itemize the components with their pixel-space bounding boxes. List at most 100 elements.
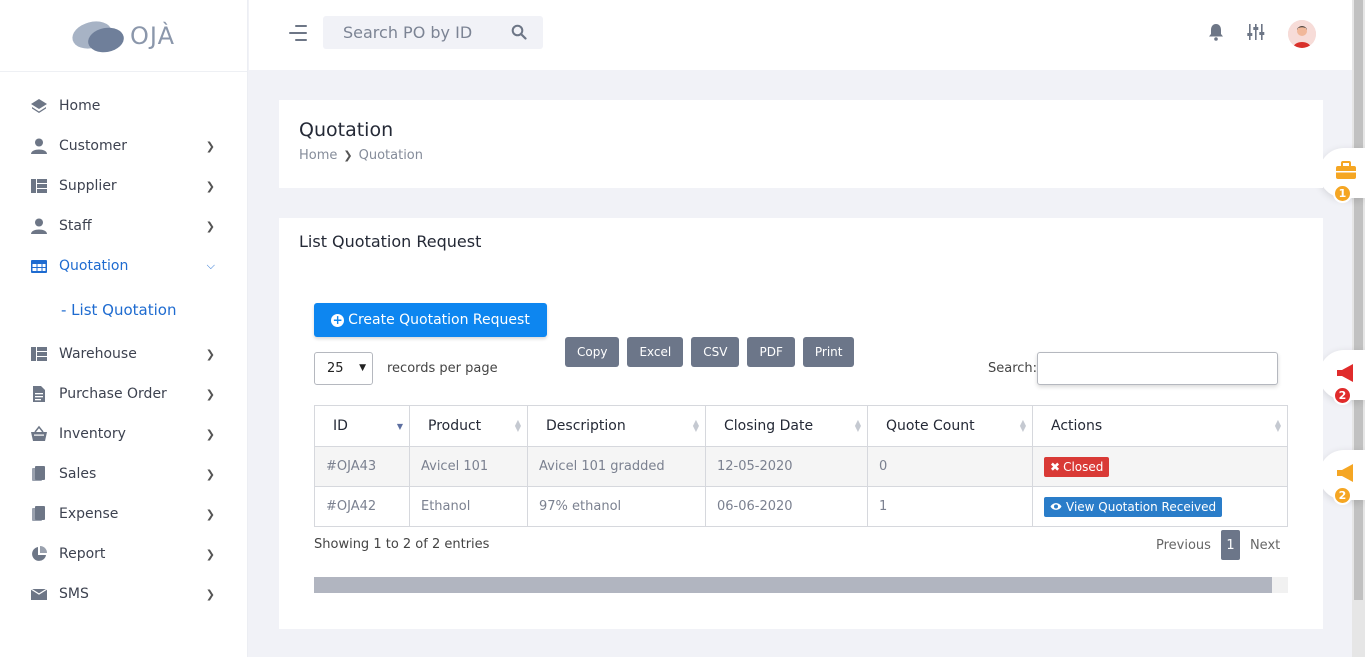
sidebar-item-warehouse[interactable]: Warehouse ❯ xyxy=(0,334,247,374)
table-horizontal-scrollbar[interactable] xyxy=(314,577,1288,593)
sidebar-item-sms[interactable]: SMS ❯ xyxy=(0,574,247,614)
sidebar-item-home[interactable]: Home xyxy=(0,86,247,126)
sidebar-item-purchase-order[interactable]: Purchase Order ❯ xyxy=(0,374,247,414)
copy-button[interactable]: Copy xyxy=(565,337,620,367)
grid-icon xyxy=(30,345,48,363)
floating-widget-briefcase[interactable]: 1 xyxy=(1319,148,1365,203)
table-row: #OJA42 Ethanol 97% ethanol 06-06-2020 1 … xyxy=(314,486,1288,527)
table-header-row: ID ▼ Product ▲ ▼ Description ▲ ▼ Closing Date… xyxy=(314,405,1288,447)
chevron-right-icon: ❯ xyxy=(205,219,215,233)
page-scrollbar[interactable] xyxy=(1352,0,1365,657)
chevron-right-icon: ❯ xyxy=(205,587,215,601)
page-scrollbar-thumb[interactable] xyxy=(1354,0,1363,600)
sort-icon: ▲ ▼ xyxy=(854,418,861,433)
sidebar-subitem-list-quotation[interactable]: - List Quotation xyxy=(0,286,247,334)
excel-button[interactable]: Excel xyxy=(627,337,684,367)
megaphone-icon xyxy=(1335,363,1357,387)
floating-widget-megaphone-orange[interactable]: 2 xyxy=(1319,450,1365,505)
view-quotation-received-button[interactable]: View Quotation Received xyxy=(1044,496,1223,517)
search-icon[interactable] xyxy=(511,24,527,44)
user-icon xyxy=(30,217,48,235)
sidebar-item-sales[interactable]: Sales ❯ xyxy=(0,454,247,494)
sidebar-item-label: SMS xyxy=(59,586,89,602)
grid-icon xyxy=(30,177,48,195)
chevron-right-icon: ❯ xyxy=(205,547,215,561)
create-quotation-button[interactable]: + Create Quotation Request xyxy=(314,303,547,337)
pagination: Previous 1 Next xyxy=(1156,530,1280,560)
table-scrollbar-thumb[interactable] xyxy=(314,577,1272,593)
menu-toggle-icon[interactable] xyxy=(289,25,307,43)
chevron-right-icon: ❯ xyxy=(205,467,215,481)
topbar xyxy=(249,0,1352,70)
print-button[interactable]: Print xyxy=(802,337,855,367)
pdf-button[interactable]: PDF xyxy=(747,337,795,367)
sidebar-item-label: Staff xyxy=(59,218,92,234)
sidebar-item-label: Expense xyxy=(59,506,119,522)
chevron-right-icon: ❯ xyxy=(205,347,215,361)
sidebar-item-supplier[interactable]: Supplier ❯ xyxy=(0,166,247,206)
sidebar-item-inventory[interactable]: Inventory ❯ xyxy=(0,414,247,454)
csv-button[interactable]: CSV xyxy=(691,337,740,367)
files-icon xyxy=(30,465,48,483)
inbox-icon xyxy=(30,585,48,603)
settings-sliders-icon[interactable] xyxy=(1246,23,1266,45)
closed-button[interactable]: ✖ Closed xyxy=(1044,456,1110,477)
sidebar-item-staff[interactable]: Staff ❯ xyxy=(0,206,247,246)
po-search-input[interactable] xyxy=(343,23,503,42)
quotation-table: ID ▼ Product ▲ ▼ Description ▲ ▼ Closing Date… xyxy=(314,405,1288,527)
cell-id: #OJA42 xyxy=(314,486,410,527)
view-quotation-label: View Quotation Received xyxy=(1066,499,1217,514)
logo[interactable]: OJÀ xyxy=(0,0,247,72)
breadcrumb-current: Quotation xyxy=(358,148,423,163)
create-quotation-label: Create Quotation Request xyxy=(348,312,530,328)
column-header-quote-count[interactable]: Quote Count ▲ ▼ xyxy=(867,405,1033,447)
plus-circle-icon: + xyxy=(331,313,345,327)
cell-description: 97% ethanol xyxy=(527,486,706,527)
bell-icon[interactable] xyxy=(1208,23,1224,45)
pagination-next[interactable]: Next xyxy=(1250,538,1280,553)
chevron-right-icon: ❯ xyxy=(205,139,215,153)
pagination-previous[interactable]: Previous xyxy=(1156,538,1211,553)
column-header-description[interactable]: Description ▲ ▼ xyxy=(527,405,706,447)
layers-icon xyxy=(30,97,48,115)
cell-description: Avicel 101 gradded xyxy=(527,446,706,487)
column-header-id[interactable]: ID ▼ xyxy=(314,405,410,447)
files-icon xyxy=(30,505,48,523)
sort-icon: ▲ ▼ xyxy=(514,418,521,433)
chevron-right-icon: ❯ xyxy=(205,427,215,441)
sidebar-item-label: Supplier xyxy=(59,178,117,194)
sort-icon: ▲ ▼ xyxy=(1274,418,1281,433)
user-icon xyxy=(30,137,48,155)
sidebar-item-report[interactable]: Report ❯ xyxy=(0,534,247,574)
breadcrumb: Home ❯ Quotation xyxy=(299,148,423,163)
close-icon: ✖ xyxy=(1050,459,1061,474)
column-header-product[interactable]: Product ▲ ▼ xyxy=(409,405,528,447)
sidebar-item-expense[interactable]: Expense ❯ xyxy=(0,494,247,534)
notification-badge: 2 xyxy=(1333,386,1352,405)
floating-widget-megaphone-red[interactable]: 2 xyxy=(1319,350,1365,405)
sidebar-item-customer[interactable]: Customer ❯ xyxy=(0,126,247,166)
table-search-input[interactable] xyxy=(1037,352,1278,385)
sort-desc-icon: ▼ xyxy=(396,422,403,431)
sidebar-item-label: Warehouse xyxy=(59,346,137,362)
column-header-closing-date[interactable]: Closing Date ▲ ▼ xyxy=(705,405,868,447)
sidebar-item-label: Quotation xyxy=(59,258,129,274)
document-icon xyxy=(30,385,48,403)
table-search-label: Search: xyxy=(988,361,1038,376)
logo-text: OJÀ xyxy=(130,21,175,50)
notification-badge: 2 xyxy=(1333,486,1352,505)
closed-label: Closed xyxy=(1063,459,1104,474)
avatar[interactable] xyxy=(1288,20,1316,48)
cell-product: Avicel 101 xyxy=(409,446,528,487)
column-header-actions[interactable]: Actions ▲ ▼ xyxy=(1032,405,1288,447)
page-title: Quotation xyxy=(299,119,394,141)
pagination-page[interactable]: 1 xyxy=(1220,530,1240,560)
cell-closing-date: 12-05-2020 xyxy=(705,446,868,487)
sidebar-item-quotation[interactable]: Quotation ⌵ xyxy=(0,246,247,286)
quotation-list-card: List Quotation Request + Create Quotatio… xyxy=(279,218,1323,629)
pie-chart-icon xyxy=(30,545,48,563)
table-icon xyxy=(30,257,48,275)
page-length-select[interactable]: 25 ▼ xyxy=(314,352,373,385)
topbar-actions xyxy=(1208,20,1316,48)
breadcrumb-home[interactable]: Home xyxy=(299,148,337,163)
